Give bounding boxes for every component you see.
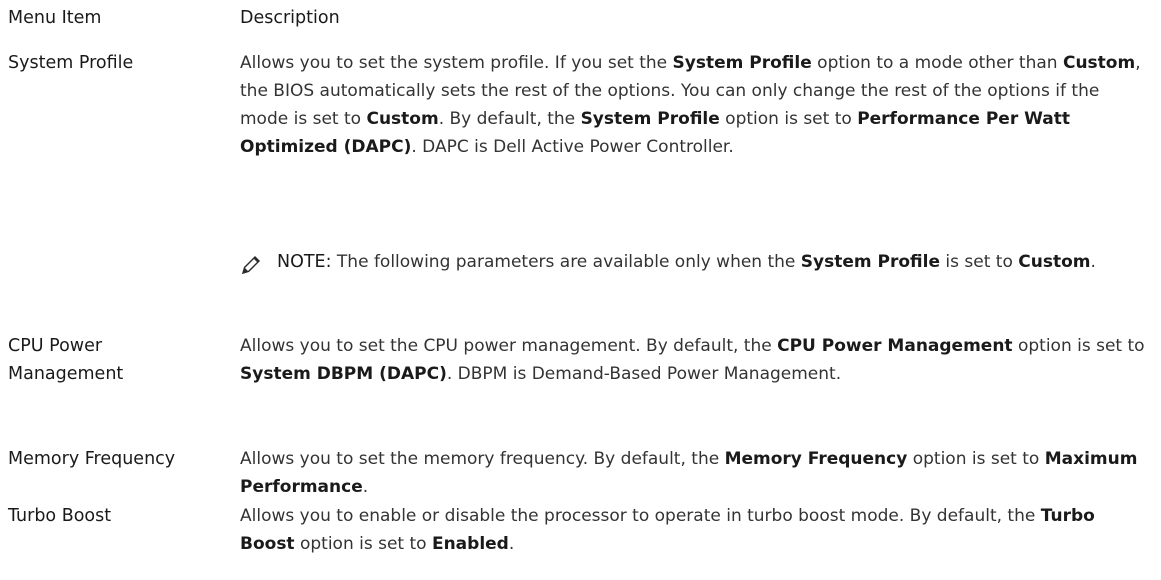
text-run: option is set to xyxy=(1012,336,1145,356)
row-description: Allows you to set the system profile. If… xyxy=(240,49,1150,161)
note-label: NOTE: xyxy=(277,252,332,272)
note-text: NOTE: The following parameters are avail… xyxy=(277,248,1150,276)
text-run: option is set to xyxy=(294,534,432,554)
header-menu-item: Menu Item xyxy=(8,8,102,28)
text-run: is set to xyxy=(940,252,1019,272)
text-run: . DAPC is Dell Active Power Controller. xyxy=(411,137,734,157)
text-run: . xyxy=(508,534,515,554)
row-description: Allows you to set the CPU power manageme… xyxy=(240,332,1150,388)
note-callout: NOTE: The following parameters are avail… xyxy=(240,248,1150,276)
bold-term: Memory Frequency xyxy=(724,449,908,469)
row-term: Memory Frequency xyxy=(8,449,176,469)
text-run: Allows you to enable or disable the proc… xyxy=(240,506,1041,526)
text-run: The following parameters are available o… xyxy=(331,252,801,272)
text-run: Allows you to set the system profile. If… xyxy=(240,53,673,73)
row-term: System Profile xyxy=(8,53,134,73)
text-run: option to a mode other than xyxy=(811,53,1063,73)
text-run: . xyxy=(1090,252,1096,272)
header-description: Description xyxy=(240,8,340,28)
text-run: . xyxy=(362,477,369,497)
bios-settings-table: Menu Item Description System Profile All… xyxy=(0,0,1161,580)
pencil-note-icon xyxy=(240,254,262,276)
bold-term: System DBPM (DAPC) xyxy=(240,364,447,384)
bold-term: Custom xyxy=(1062,53,1136,73)
row-term: Turbo Boost xyxy=(8,506,112,526)
text-run: option is set to xyxy=(719,109,858,129)
bold-term: Custom xyxy=(366,109,439,129)
bold-term: Enabled xyxy=(431,534,509,554)
row-description: Allows you to set the memory frequency. … xyxy=(240,445,1150,501)
bold-term: System Profile xyxy=(580,109,720,129)
row-term: CPU Power Management xyxy=(8,336,124,384)
bold-term: Custom xyxy=(1018,252,1091,272)
row-description: Allows you to enable or disable the proc… xyxy=(240,502,1150,558)
text-run: . By default, the xyxy=(438,109,581,129)
text-run: Allows you to set the memory frequency. … xyxy=(240,449,725,469)
text-run: . DBPM is Demand-Based Power Management. xyxy=(446,364,842,384)
text-run: Allows you to set the CPU power manageme… xyxy=(240,336,778,356)
bold-term: CPU Power Management xyxy=(777,336,1013,356)
text-run: option is set to xyxy=(907,449,1045,469)
bold-term: System Profile xyxy=(800,252,941,272)
bold-term: System Profile xyxy=(672,53,812,73)
